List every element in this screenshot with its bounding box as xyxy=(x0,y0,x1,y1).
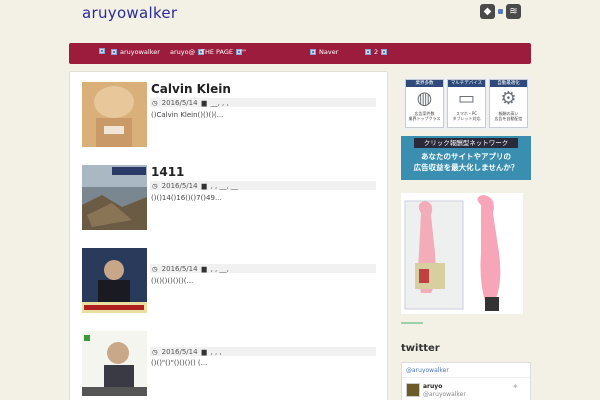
broken-image-icon xyxy=(365,49,371,55)
nav-item-the-page[interactable]: THE PAGE xyxy=(201,48,243,56)
post-excerpt: ()()()()()()(... xyxy=(151,277,194,285)
nav-item-naver[interactable]: Naver xyxy=(310,48,338,56)
broken-image-icon xyxy=(381,49,388,55)
folder-icon: ▆ xyxy=(201,181,207,190)
clock-icon: ◷ xyxy=(152,264,158,273)
ad-features-banner[interactable]: 業界多数 ◍ 広告案件数 業界トップクラス マルチデバイス ▭ スマホ・PC タ… xyxy=(403,77,530,130)
nav-item-2[interactable]: 2 xyxy=(365,48,388,56)
broken-image-icon xyxy=(111,49,117,55)
post-date: 2016/5/14 xyxy=(161,347,198,356)
nav-item-aruyo[interactable]: aruyo@ xyxy=(170,48,205,56)
globe-icon: ◍ xyxy=(416,88,433,109)
post-date: 2016/5/14 xyxy=(161,264,198,273)
post-thumbnail[interactable] xyxy=(82,82,147,147)
post-categories[interactable]: , , __, xyxy=(211,265,229,273)
post-list: Calvin Klein ◷ 2016/5/14 ▆ __, , , ()Cal… xyxy=(69,71,388,400)
site-title[interactable]: aruyowalker xyxy=(82,4,177,22)
rss-icon[interactable]: ≋ xyxy=(506,4,521,19)
post-date: 2016/5/14 xyxy=(161,181,198,190)
post-card: Calvin Klein ◷ 2016/5/14 ▆ __, , , ()Cal… xyxy=(82,82,382,152)
post-categories[interactable]: , , __, __ xyxy=(211,182,238,190)
post-thumbnail[interactable] xyxy=(82,248,147,313)
post-meta: ◷ 2016/5/14 ▆ __, , , xyxy=(150,98,376,107)
feature-card: 自動最適化 ⚙ 報酬の高い 広告を自動配信 xyxy=(489,79,528,128)
clock-icon: ◷ xyxy=(152,181,158,190)
post-thumbnail[interactable] xyxy=(82,331,147,396)
folder-icon: ▆ xyxy=(201,347,207,356)
ad-banner-heading: クリック報酬型ネットワーク xyxy=(414,138,518,148)
feedly-icon[interactable]: ◆ xyxy=(480,4,495,19)
nav-item-quotes[interactable]: "" xyxy=(240,48,246,56)
twitter-user-name[interactable]: aruyo xyxy=(423,383,442,390)
post-thumbnail[interactable] xyxy=(82,165,147,230)
divider xyxy=(402,377,530,378)
post-card: ◷ 2016/5/14 ▆ , , __, ()()()()()()(... xyxy=(82,248,382,318)
broken-image-icon xyxy=(498,9,503,14)
clock-icon: ◷ xyxy=(152,347,158,356)
folder-icon: ▆ xyxy=(201,264,207,273)
post-excerpt: ()()14()16()()7()49... xyxy=(151,194,222,202)
post-excerpt: ()()"()"()()()() (... xyxy=(151,359,208,367)
avatar[interactable] xyxy=(406,383,420,397)
post-card: ◷ 2016/5/14 ▆ , , , ()()"()"()()()() (..… xyxy=(82,331,382,400)
header-social-icons: ◆ ≋ xyxy=(480,4,521,19)
post-title[interactable]: Calvin Klein xyxy=(151,82,231,96)
clock-icon: ◷ xyxy=(152,98,158,107)
nav-item-home[interactable] xyxy=(99,48,108,54)
post-meta: ◷ 2016/5/14 ▆ , , , xyxy=(150,347,376,356)
nav-item-aruyowalker[interactable]: aruyowalker xyxy=(111,48,160,56)
feature-card: 業界多数 ◍ 広告案件数 業界トップクラス xyxy=(405,79,444,128)
post-excerpt: ()Calvin Klein()()()(... xyxy=(151,111,224,119)
site-header: aruyowalker ◆ ≋ xyxy=(0,0,600,42)
twitter-heading: twitter xyxy=(401,343,440,354)
post-meta: ◷ 2016/5/14 ▆ , , __, xyxy=(150,264,376,273)
folder-icon: ▆ xyxy=(201,98,207,107)
post-meta: ◷ 2016/5/14 ▆ , , __, __ xyxy=(150,181,376,190)
devices-icon: ▭ xyxy=(457,88,475,109)
post-categories[interactable]: __, , , xyxy=(211,99,229,107)
twitter-timeline-link[interactable]: @aruyowalker xyxy=(406,367,449,374)
ad-banner-copy: あなたのサイトやアプリの 広告収益を最大化しませんか？ xyxy=(413,152,519,172)
feature-card: マルチデバイス ▭ スマホ・PC タブレット対応 xyxy=(447,79,486,128)
main-nav: aruyowalker aruyo@ THE PAGE "" Naver 2 xyxy=(69,43,531,64)
post-date: 2016/5/14 xyxy=(161,98,198,107)
gears-icon: ⚙ xyxy=(500,88,517,109)
broken-image-icon xyxy=(310,49,316,55)
broken-image-icon xyxy=(99,48,105,54)
post-card: 1411 ◷ 2016/5/14 ▆ , , __, __ ()()14()16… xyxy=(82,165,382,235)
twitter-user-handle[interactable]: @aruyowalker xyxy=(423,391,466,398)
divider xyxy=(401,322,423,324)
post-title[interactable]: 1411 xyxy=(151,165,184,179)
ad-product-image[interactable] xyxy=(401,193,523,314)
ad-click-network-banner[interactable]: クリック報酬型ネットワーク あなたのサイトやアプリの 広告収益を最大化しませんか… xyxy=(401,136,531,180)
post-categories[interactable]: , , , xyxy=(211,348,222,356)
twitter-bird-icon: ✦ xyxy=(512,382,519,391)
twitter-timeline[interactable]: @aruyowalker aruyo @aruyowalker ✦ xyxy=(401,362,531,400)
